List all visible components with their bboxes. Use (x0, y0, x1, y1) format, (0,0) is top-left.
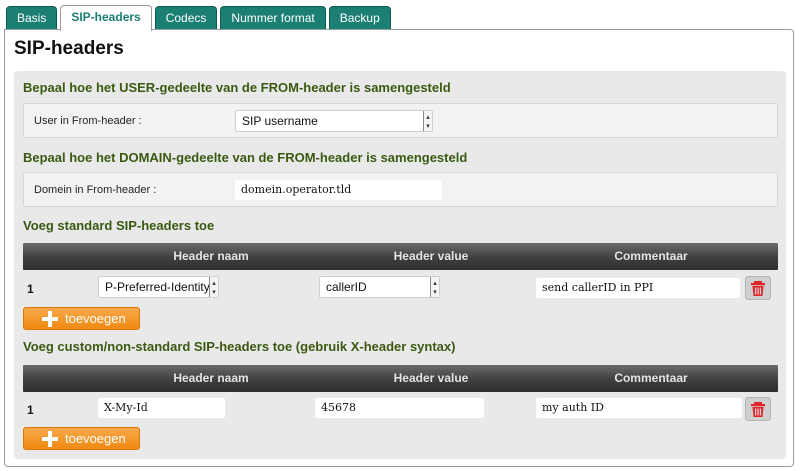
tab-nummer-format[interactable]: Nummer format (220, 6, 326, 30)
dropdown-arrow-icon: ▴ ▾ (423, 111, 432, 131)
from-domain-field: Domein in From-header : domein.operator.… (23, 172, 778, 207)
standard-delete-button[interactable] (745, 276, 771, 300)
col-header-value: Header value (393, 371, 469, 385)
from-domain-input[interactable]: domein.operator.tld (235, 180, 442, 200)
tab-sip-headers[interactable]: SIP-headers (60, 5, 152, 31)
col-commentaar: Commentaar (614, 249, 688, 263)
standard-header-value-value: callerID (326, 280, 367, 294)
trash-icon (751, 402, 765, 417)
col-header-naam: Header naam (173, 249, 249, 263)
from-user-label: User in From-header : (34, 115, 142, 127)
from-domain-label: Domein in From-header : (34, 184, 157, 196)
standard-header-name-select[interactable]: P-Preferred-Identity ▴ ▾ (98, 276, 219, 298)
tab-backup[interactable]: Backup (328, 6, 391, 30)
standard-comment-input[interactable]: send callerID in PPI (536, 278, 740, 298)
col-header-naam: Header naam (173, 371, 249, 385)
standard-add-button[interactable]: toevoegen (23, 307, 140, 330)
tab-panel: SIP-headers Bepaal hoe het USER-gedeelte… (4, 29, 794, 467)
plus-icon (42, 431, 58, 447)
settings-form: Bepaal hoe het USER-gedeelte van de FROM… (14, 71, 786, 459)
from-user-select-value: SIP username (242, 114, 318, 128)
standard-table-header: Header naam Header value Commentaar (23, 243, 778, 270)
page-title: SIP-headers (14, 38, 124, 59)
standard-header-value-select[interactable]: callerID ▴ ▾ (319, 276, 440, 298)
plus-icon (42, 311, 58, 327)
tab-bar: Basis SIP-headers Codecs Nummer format B… (6, 5, 391, 31)
from-user-section-title: Bepaal hoe het USER-gedeelte van de FROM… (23, 80, 451, 95)
standard-headers-section-title: Voeg standard SIP-headers toe (23, 218, 215, 233)
from-domain-section-title: Bepaal hoe het DOMAIN-gedeelte van de FR… (23, 150, 468, 165)
tab-codecs[interactable]: Codecs (154, 6, 218, 30)
standard-add-label: toevoegen (65, 311, 126, 326)
from-user-field: User in From-header : SIP username ▴ ▾ (23, 103, 778, 138)
custom-table-header: Header naam Header value Commentaar (23, 365, 778, 392)
custom-add-label: toevoegen (65, 431, 126, 446)
custom-comment-input[interactable]: my auth ID (536, 398, 742, 418)
standard-row-number: 1 (27, 282, 34, 296)
dropdown-arrow-icon: ▴ ▾ (430, 277, 439, 297)
from-user-select[interactable]: SIP username ▴ ▾ (235, 110, 433, 132)
col-header-value: Header value (393, 249, 469, 263)
standard-header-name-value: P-Preferred-Identity (105, 280, 210, 294)
trash-icon (751, 281, 765, 296)
dropdown-arrow-icon: ▴ ▾ (209, 277, 218, 297)
tab-basis[interactable]: Basis (6, 6, 58, 30)
col-commentaar: Commentaar (614, 371, 688, 385)
custom-header-name-input[interactable]: X-My-Id (98, 398, 225, 418)
custom-headers-section-title: Voeg custom/non-standard SIP-headers toe… (23, 339, 456, 354)
custom-delete-button[interactable] (745, 397, 771, 421)
custom-row-number: 1 (27, 403, 34, 417)
custom-add-button[interactable]: toevoegen (23, 427, 140, 450)
custom-header-value-input[interactable]: 45678 (315, 398, 484, 418)
